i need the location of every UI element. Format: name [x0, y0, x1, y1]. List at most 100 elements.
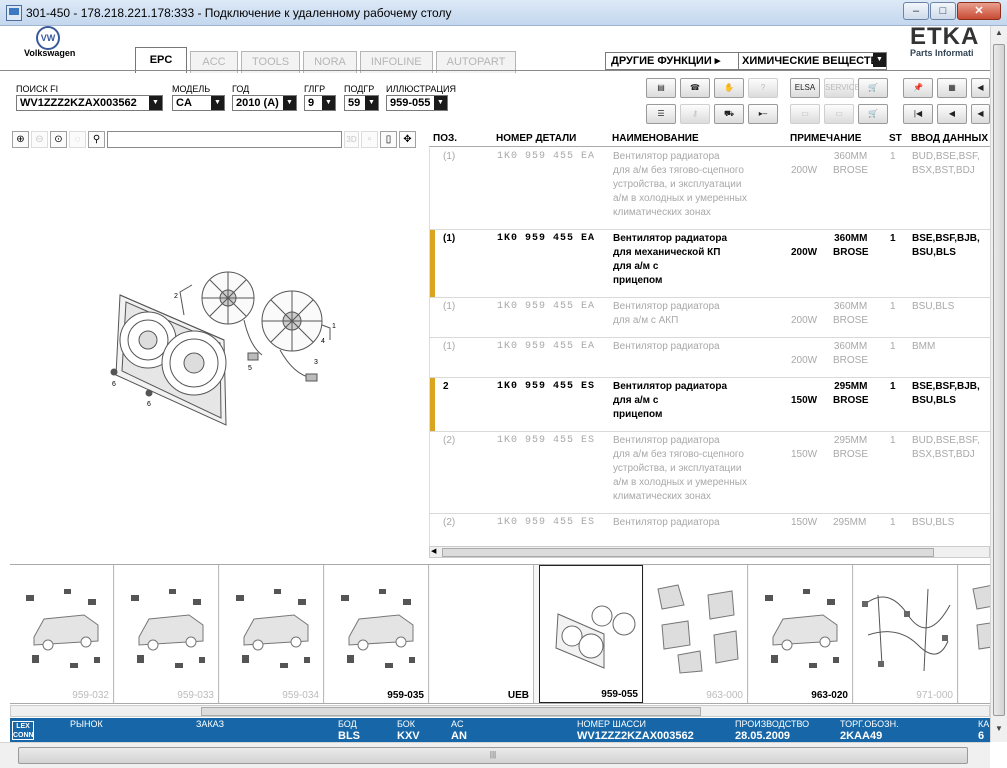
- col-part-number[interactable]: НОМЕР ДЕТАЛИ: [496, 130, 612, 146]
- close-button[interactable]: ✕: [957, 2, 1001, 20]
- callout-6b[interactable]: 6: [147, 401, 151, 408]
- table-row[interactable]: (1) 1K0 959 455 EA Вентилятор радиатора дл…: [430, 230, 990, 298]
- zoom-out-icon[interactable]: ⊖: [31, 130, 48, 148]
- other-functions-select[interactable]: ДРУГИЕ ФУНКЦИИ ▸ ХИМИЧЕСКИЕ ВЕЩЕСТВА ▼: [605, 52, 887, 70]
- handshake-button[interactable]: ✋: [714, 78, 744, 98]
- hotline-button[interactable]: ☎: [680, 78, 710, 98]
- split-view-icon[interactable]: ▯: [380, 130, 397, 148]
- row-st: 1: [890, 435, 896, 446]
- pin-button[interactable]: 📌: [903, 78, 933, 98]
- service-button[interactable]: SERVICE: [824, 78, 860, 98]
- window-hscrollbar[interactable]: |||: [0, 742, 990, 768]
- thumbnail-item[interactable]: [959, 565, 990, 703]
- zoom-in-icon[interactable]: ⊕: [12, 130, 29, 148]
- layout-icon[interactable]: ▫: [361, 130, 378, 148]
- col-name[interactable]: НАИМЕНОВАНИЕ: [612, 130, 790, 146]
- illustration-search-input[interactable]: [107, 130, 342, 148]
- scroll-up-icon[interactable]: ▲: [993, 28, 1005, 42]
- window-vscroll-thumb[interactable]: [993, 44, 1005, 716]
- table-row[interactable]: (2) 1K0 959 455 ES Вентилятор радиатора дл…: [430, 432, 990, 514]
- main-group-select[interactable]: 9 ▼: [304, 95, 336, 111]
- notes-button[interactable]: ▦: [937, 78, 967, 98]
- maximize-button[interactable]: □: [930, 2, 956, 20]
- chevron-down-icon[interactable]: ▼: [211, 96, 224, 110]
- table-row[interactable]: (1) 1K0 959 455 EA Вентилятор радиатора 200…: [430, 338, 990, 378]
- vehicle-button[interactable]: ⛟: [714, 104, 744, 124]
- thumbnail-item[interactable]: 959-032: [10, 565, 114, 703]
- callout-6a[interactable]: 6: [112, 381, 116, 388]
- col-pos[interactable]: ПОЗ.: [429, 130, 496, 146]
- col-data[interactable]: ВВОД ДАННЫХ: [911, 130, 990, 146]
- window-hscroll-thumb[interactable]: |||: [18, 747, 968, 764]
- chevron-down-icon[interactable]: ▼: [283, 96, 296, 110]
- row-data: BSU,BLS: [912, 517, 955, 528]
- callout-2[interactable]: 2: [174, 293, 178, 300]
- next-page-button[interactable]: ◀: [971, 104, 990, 124]
- table-row[interactable]: (1) 1K0 959 455 EA Вентилятор радиатора дл…: [430, 298, 990, 338]
- prev-button[interactable]: ◀: [937, 104, 967, 124]
- scroll-left-icon[interactable]: ◀: [431, 547, 436, 557]
- table-row[interactable]: (2) 1K0 959 455 ES Вентилятор радиатора 150…: [430, 514, 990, 546]
- arrow-button[interactable]: ◀: [971, 78, 990, 98]
- thumbnails-scroll-thumb[interactable]: [201, 707, 701, 716]
- search-fi-input[interactable]: WV1ZZZ2KZAX003562 ▼: [16, 95, 163, 111]
- callout-4[interactable]: 4: [321, 338, 325, 345]
- thumbnail-item[interactable]: 959-033: [115, 565, 219, 703]
- thumbnail-item[interactable]: 963-020: [749, 565, 853, 703]
- thumbnail-item[interactable]: 963-000: [644, 565, 748, 703]
- thumbnails-hscrollbar[interactable]: [10, 705, 990, 717]
- thumbnail-item[interactable]: 959-055: [539, 565, 643, 703]
- sub-group-select[interactable]: 59 ▼: [344, 95, 379, 111]
- chevron-down-icon[interactable]: ▼: [873, 53, 886, 67]
- row-part-number: 1K0 959 455 ES: [497, 517, 596, 528]
- transfer-button[interactable]: ▭: [790, 104, 820, 124]
- cart-add-button[interactable]: 🛒: [858, 78, 888, 98]
- table-row[interactable]: 2 1K0 959 455 ES Вентилятор радиатора для …: [430, 378, 990, 432]
- zoom-reset-icon[interactable]: ◌: [69, 130, 86, 148]
- callout-1[interactable]: 1: [332, 323, 336, 330]
- chevron-down-icon[interactable]: ▼: [322, 96, 335, 110]
- col-st[interactable]: ST: [889, 130, 911, 146]
- row-size-maker: 360MM BROSE: [833, 233, 869, 258]
- table-hscrollbar[interactable]: ◀: [429, 546, 990, 558]
- chevron-down-icon[interactable]: ▼: [365, 96, 378, 110]
- chevron-down-icon[interactable]: ▼: [149, 96, 162, 110]
- zoom-fit-icon[interactable]: ⊙: [50, 130, 67, 148]
- chevron-down-icon[interactable]: ▼: [434, 96, 447, 110]
- table-row[interactable]: (1) 1K0 959 455 EA Вентилятор радиатора дл…: [430, 148, 990, 230]
- table-scroll-thumb[interactable]: [442, 548, 934, 557]
- help-button[interactable]: ?: [748, 78, 778, 98]
- thumbnail-item[interactable]: 959-035: [325, 565, 429, 703]
- search-icon[interactable]: ⚲: [88, 130, 105, 148]
- chassis-label: НОМЕР ШАССИ: [577, 719, 647, 729]
- print-button[interactable]: ▤: [646, 78, 676, 98]
- key-button[interactable]: ⚷: [680, 104, 710, 124]
- resize-icon[interactable]: ✥: [399, 130, 416, 148]
- 3d-icon[interactable]: 3D: [344, 130, 359, 148]
- transfer2-button[interactable]: ▭: [824, 104, 854, 124]
- window-titlebar: 301-450 - 178.218.221.178:333 - Подключе…: [0, 0, 1007, 26]
- first-button[interactable]: |◀: [903, 104, 933, 124]
- list-icon: ☰: [657, 109, 665, 118]
- year-select[interactable]: 2010 (A) ▼: [232, 95, 297, 111]
- scroll-down-icon[interactable]: ▼: [993, 724, 1005, 738]
- parts-illustration[interactable]: 1 2 3 4 5 6 6: [12, 150, 428, 560]
- col-remark[interactable]: ПРИМЕЧАНИЕ: [790, 130, 889, 146]
- row-pos: (2): [443, 435, 456, 446]
- elsa-button[interactable]: ELSA: [790, 78, 820, 98]
- model-select[interactable]: CA ▼: [172, 95, 225, 111]
- callout-3[interactable]: 3: [314, 359, 318, 366]
- window-vscrollbar[interactable]: ▲ ▼: [990, 26, 1007, 742]
- thumbnail-item[interactable]: 959-034: [220, 565, 324, 703]
- next-button[interactable]: ▸‒: [748, 104, 778, 124]
- list-button[interactable]: ☰: [646, 104, 676, 124]
- callout-5[interactable]: 5: [248, 365, 252, 372]
- filter-label: ГОД: [232, 84, 250, 94]
- thumbnail-item[interactable]: UEB: [430, 565, 534, 703]
- cart-button[interactable]: 🛒: [858, 104, 888, 124]
- row-st: 1: [890, 151, 896, 162]
- row-remark: 150W 295MM: [791, 516, 890, 546]
- illustration-select[interactable]: 959-055 ▼: [386, 95, 448, 111]
- thumbnail-item[interactable]: 971-000: [854, 565, 958, 703]
- minimize-button[interactable]: ‒: [903, 2, 929, 20]
